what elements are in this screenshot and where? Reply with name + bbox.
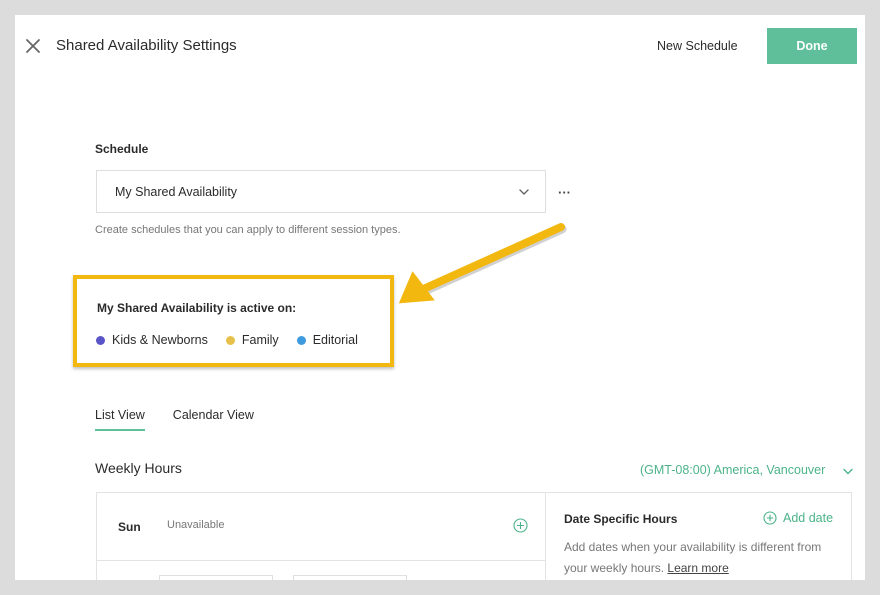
tab-list-view[interactable]: List View bbox=[95, 408, 145, 431]
close-icon[interactable] bbox=[25, 38, 41, 54]
settings-panel: Shared Availability Settings New Schedul… bbox=[15, 15, 865, 580]
timezone-select[interactable]: (GMT-08:00) America, Vancouver bbox=[640, 463, 825, 477]
chevron-down-icon bbox=[519, 189, 529, 195]
chevron-down-icon[interactable] bbox=[843, 468, 853, 475]
date-specific-description: Add dates when your availability is diff… bbox=[564, 537, 844, 579]
day-status: Unavailable bbox=[167, 519, 225, 531]
session-type-tag: Kids & Newborns bbox=[96, 333, 208, 347]
active-on-title: My Shared Availability is active on: bbox=[97, 301, 297, 315]
day-label: Sun bbox=[118, 520, 141, 534]
session-type-tags: Kids & Newborns Family Editorial bbox=[96, 333, 376, 347]
more-options-button[interactable]: ··· bbox=[558, 185, 571, 200]
page-title: Shared Availability Settings bbox=[56, 37, 237, 54]
schedule-label: Schedule bbox=[95, 142, 149, 156]
time-input[interactable] bbox=[293, 575, 407, 580]
view-tabs: List View Calendar View bbox=[95, 408, 282, 431]
tag-label: Editorial bbox=[312, 333, 358, 347]
new-schedule-button[interactable]: New Schedule bbox=[657, 39, 738, 53]
schedule-select-value: My Shared Availability bbox=[115, 185, 238, 199]
session-type-tag: Family bbox=[225, 333, 279, 347]
add-circle-icon[interactable] bbox=[513, 518, 528, 533]
session-type-tag: Editorial bbox=[296, 333, 358, 347]
tag-label: Kids & Newborns bbox=[112, 333, 208, 347]
table-row: Sun Unavailable bbox=[97, 493, 545, 561]
weekly-hours-title: Weekly Hours bbox=[95, 460, 182, 476]
schedule-select[interactable]: My Shared Availability bbox=[96, 170, 546, 213]
schedule-help-text: Create schedules that you can apply to d… bbox=[95, 224, 401, 236]
date-specific-panel: Date Specific Hours Add date Add dates w… bbox=[545, 492, 852, 580]
tab-calendar-view[interactable]: Calendar View bbox=[173, 408, 254, 431]
tag-dot-icon bbox=[225, 335, 235, 345]
date-specific-title: Date Specific Hours bbox=[564, 512, 678, 526]
tag-dot-icon bbox=[296, 335, 306, 345]
time-input[interactable] bbox=[159, 575, 273, 580]
weekly-hours-table: Sun Unavailable bbox=[96, 492, 546, 580]
done-button[interactable]: Done bbox=[767, 28, 857, 64]
add-date-label: Add date bbox=[783, 511, 834, 525]
tag-dot-icon bbox=[96, 335, 105, 345]
add-date-button[interactable]: Add date bbox=[763, 511, 833, 525]
learn-more-link[interactable]: Learn more bbox=[667, 561, 728, 575]
active-on-callout: My Shared Availability is active on: Kid… bbox=[73, 275, 394, 367]
add-circle-icon bbox=[763, 511, 777, 525]
highlight-arrow-icon bbox=[398, 223, 567, 304]
tag-label: Family bbox=[241, 333, 279, 347]
